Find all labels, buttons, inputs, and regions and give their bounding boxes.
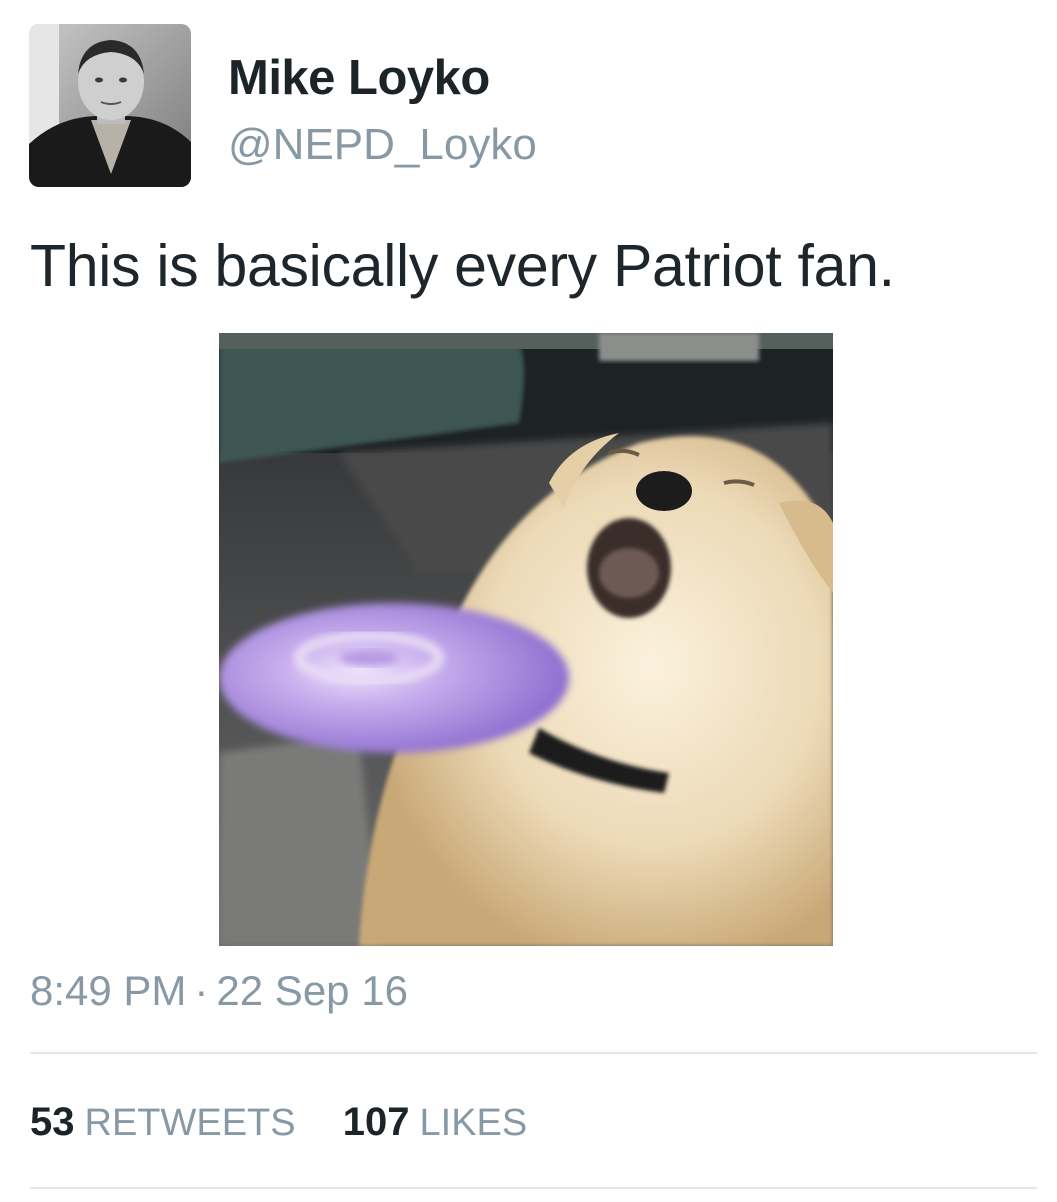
likes-count: 107 (342, 1100, 410, 1144)
tweet-stats: 53 RETWEETS 107 LIKES (30, 1100, 563, 1145)
tweet-card: Mike Loyko @NEPD_Loyko This is basically… (0, 0, 1057, 1202)
likes-label: LIKES (419, 1102, 528, 1144)
timestamp-separator: · (194, 967, 209, 1014)
user-handle[interactable]: @NEPD_Loyko (228, 120, 537, 170)
avatar[interactable] (29, 24, 191, 187)
tweet-timestamp[interactable]: 8:49 PM · 22 Sep 16 (30, 967, 408, 1015)
retweets-label: RETWEETS (84, 1102, 296, 1144)
likes-stat[interactable]: 107 LIKES (343, 1100, 527, 1145)
retweets-count: 53 (30, 1100, 75, 1144)
tweet-text: This is basically every Patriot fan. (30, 233, 895, 299)
tweet-media-image[interactable] (219, 333, 833, 946)
tweet-date: 22 Sep 16 (216, 967, 408, 1014)
divider (30, 1187, 1037, 1189)
display-name[interactable]: Mike Loyko (228, 50, 490, 106)
tweet-time: 8:49 PM (30, 967, 187, 1014)
divider (30, 1052, 1037, 1054)
retweets-stat[interactable]: 53 RETWEETS (30, 1100, 296, 1145)
